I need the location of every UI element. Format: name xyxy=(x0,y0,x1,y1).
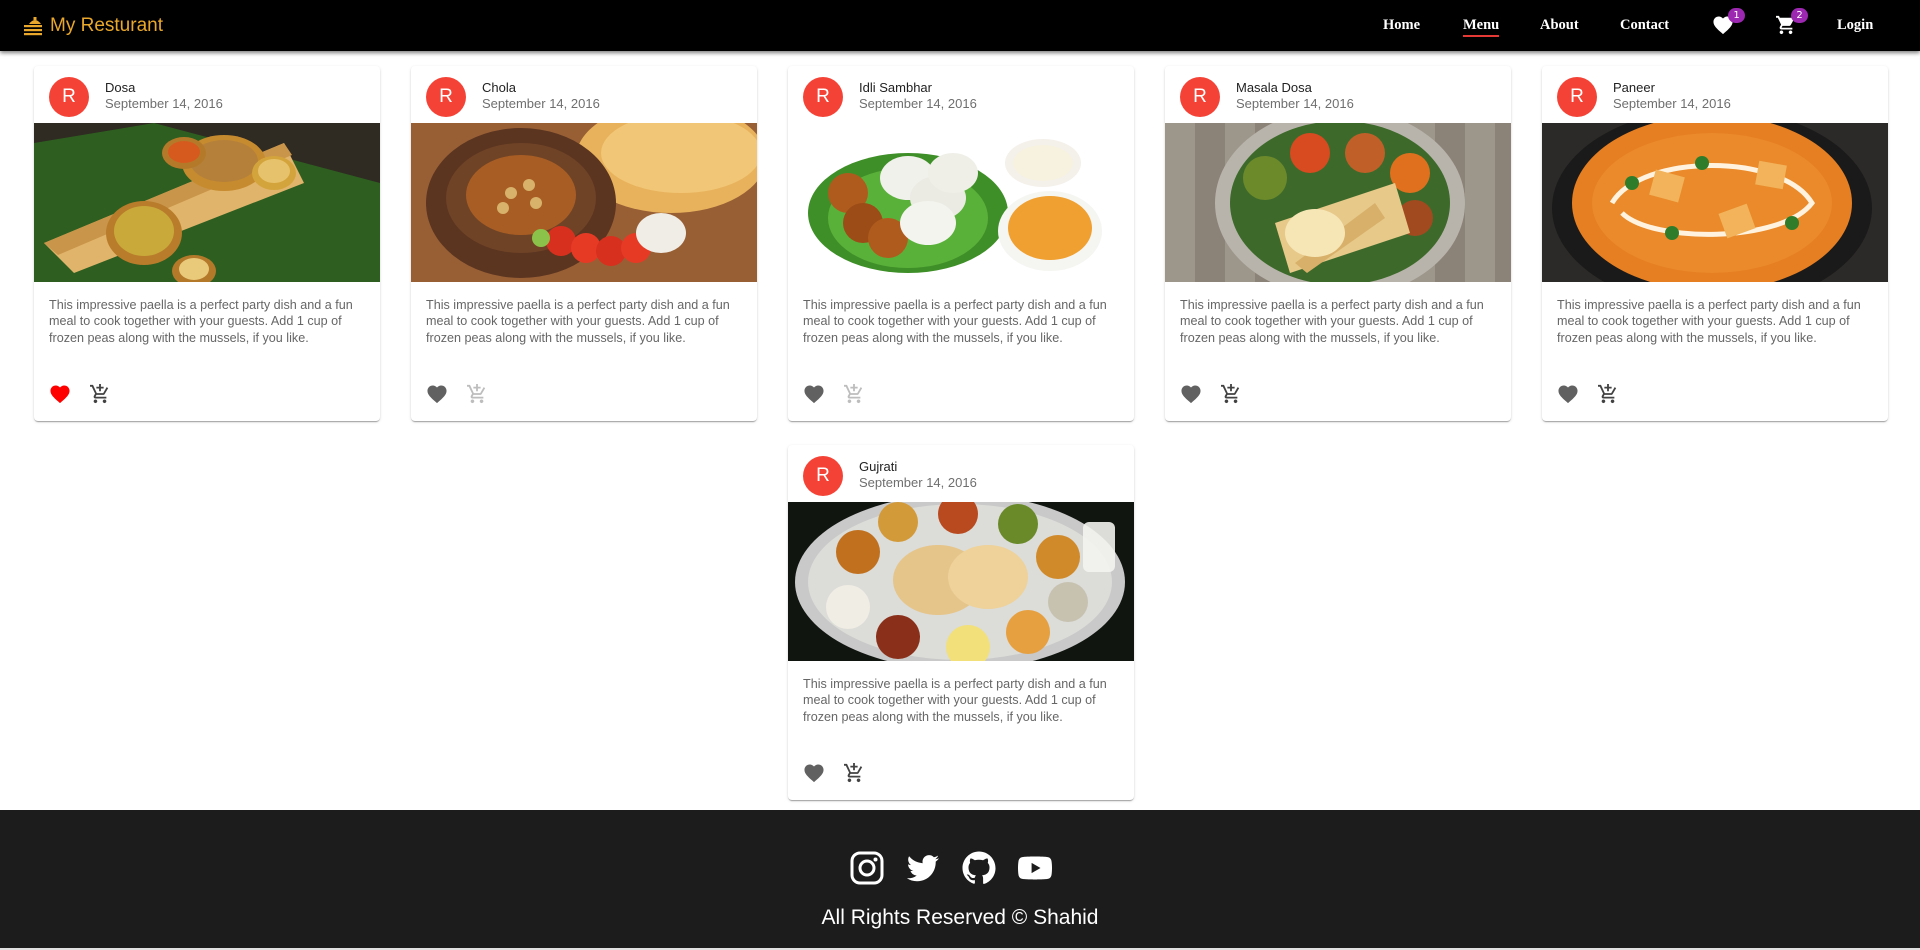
card-title: Gujrati xyxy=(859,459,898,474)
card-actions xyxy=(34,376,380,416)
avatar: R xyxy=(803,456,843,496)
cart-badge: 2 xyxy=(1791,8,1808,23)
card-description: This impressive paella is a perfect part… xyxy=(49,298,353,345)
food-image xyxy=(788,502,1134,661)
heart-icon xyxy=(1181,385,1201,404)
like-button[interactable] xyxy=(426,384,452,408)
card-header: R Masala Dosa September 14, 2016 xyxy=(1165,66,1511,123)
heart-icon xyxy=(804,764,824,783)
card-header: R Chola September 14, 2016 xyxy=(411,66,757,123)
menu-card: R Idli Sambhar September 14, 2016 This i… xyxy=(788,66,1134,421)
gujrati-thali-photo xyxy=(788,502,1134,661)
masala-dosa-photo xyxy=(1165,123,1511,282)
avatar: R xyxy=(426,77,466,117)
card-description: This impressive paella is a perfect part… xyxy=(803,298,1107,345)
add-to-cart-icon xyxy=(844,384,863,404)
add-to-cart-icon xyxy=(844,763,863,783)
nav-menu[interactable]: Menu xyxy=(1463,17,1500,37)
menu-card: R Chola September 14, 2016 This impressi… xyxy=(411,66,757,421)
heart-icon xyxy=(50,385,70,404)
menu-card: R Gujrati September 14, 2016 This impres… xyxy=(788,445,1134,800)
nav-login[interactable]: Login xyxy=(1837,17,1873,34)
add-to-cart-button[interactable] xyxy=(466,384,492,408)
like-button[interactable] xyxy=(803,384,829,408)
card-description: This impressive paella is a perfect part… xyxy=(1180,298,1484,345)
footer: All Rights Reserved © Shahid xyxy=(0,810,1920,950)
food-image xyxy=(34,123,380,282)
twitter-icon[interactable] xyxy=(905,850,941,886)
card-date: September 14, 2016 xyxy=(1613,96,1731,111)
avatar: R xyxy=(49,77,89,117)
add-to-cart-button[interactable] xyxy=(843,763,869,787)
favorites-button[interactable]: 1 xyxy=(1712,8,1745,37)
chola-photo xyxy=(411,123,757,282)
paneer-photo xyxy=(1542,123,1888,282)
card-date: September 14, 2016 xyxy=(1236,96,1354,111)
card-description: This impressive paella is a perfect part… xyxy=(803,677,1107,724)
brand-name: My Resturant xyxy=(50,14,163,36)
card-title: Masala Dosa xyxy=(1236,80,1312,95)
card-header: R Paneer September 14, 2016 xyxy=(1542,66,1888,123)
card-date: September 14, 2016 xyxy=(859,96,977,111)
card-actions xyxy=(1542,376,1888,416)
heart-icon xyxy=(427,385,447,404)
card-date: September 14, 2016 xyxy=(105,96,223,111)
avatar: R xyxy=(1557,77,1597,117)
brand-logo[interactable]: My Resturant xyxy=(23,15,163,37)
card-actions xyxy=(411,376,757,416)
menu-card: R Paneer September 14, 2016 This impress… xyxy=(1542,66,1888,421)
card-title: Idli Sambhar xyxy=(859,80,932,95)
food-image xyxy=(1165,123,1511,282)
add-to-cart-button[interactable] xyxy=(1597,384,1623,408)
youtube-icon[interactable] xyxy=(1017,850,1053,886)
card-actions xyxy=(788,376,1134,416)
like-button[interactable] xyxy=(1180,384,1206,408)
dosa-photo xyxy=(34,123,380,282)
card-title: Dosa xyxy=(105,80,136,95)
food-cart-icon xyxy=(24,16,42,35)
heart-icon xyxy=(1558,385,1578,404)
favorites-badge: 1 xyxy=(1728,8,1745,23)
food-image xyxy=(1542,123,1888,282)
food-image xyxy=(411,123,757,282)
card-description: This impressive paella is a perfect part… xyxy=(1557,298,1861,345)
nav-contact[interactable]: Contact xyxy=(1620,17,1669,34)
like-button[interactable] xyxy=(1557,384,1583,408)
like-button[interactable] xyxy=(803,763,829,787)
card-title: Chola xyxy=(482,80,516,95)
card-date: September 14, 2016 xyxy=(482,96,600,111)
card-header: R Dosa September 14, 2016 xyxy=(34,66,380,123)
card-date: September 14, 2016 xyxy=(859,475,977,490)
heart-icon xyxy=(804,385,824,404)
menu-card: R Dosa September 14, 2016 This impressiv… xyxy=(34,66,380,421)
avatar: R xyxy=(803,77,843,117)
card-title: Paneer xyxy=(1613,80,1655,95)
top-navbar: My Resturant Home Menu About Contact 1 2… xyxy=(0,0,1920,51)
card-actions xyxy=(788,755,1134,795)
nav-home[interactable]: Home xyxy=(1383,17,1420,34)
cart-button[interactable]: 2 xyxy=(1775,8,1808,37)
copyright-text: All Rights Reserved © Shahid xyxy=(821,906,1099,929)
card-header: R Idli Sambhar September 14, 2016 xyxy=(788,66,1134,123)
add-to-cart-icon xyxy=(1598,384,1617,404)
idli-sambhar-photo xyxy=(788,123,1134,282)
menu-card: R Masala Dosa September 14, 2016 This im… xyxy=(1165,66,1511,421)
add-to-cart-icon xyxy=(90,384,109,404)
add-to-cart-button[interactable] xyxy=(89,384,115,408)
card-header: R Gujrati September 14, 2016 xyxy=(788,445,1134,502)
food-image xyxy=(788,123,1134,282)
add-to-cart-icon xyxy=(1221,384,1240,404)
like-button[interactable] xyxy=(49,384,75,408)
card-actions xyxy=(1165,376,1511,416)
add-to-cart-button[interactable] xyxy=(843,384,869,408)
nav-about[interactable]: About xyxy=(1540,17,1579,34)
avatar: R xyxy=(1180,77,1220,117)
add-to-cart-button[interactable] xyxy=(1220,384,1246,408)
github-icon[interactable] xyxy=(961,850,997,886)
card-description: This impressive paella is a perfect part… xyxy=(426,298,730,345)
instagram-icon[interactable] xyxy=(849,850,885,886)
add-to-cart-icon xyxy=(467,384,486,404)
